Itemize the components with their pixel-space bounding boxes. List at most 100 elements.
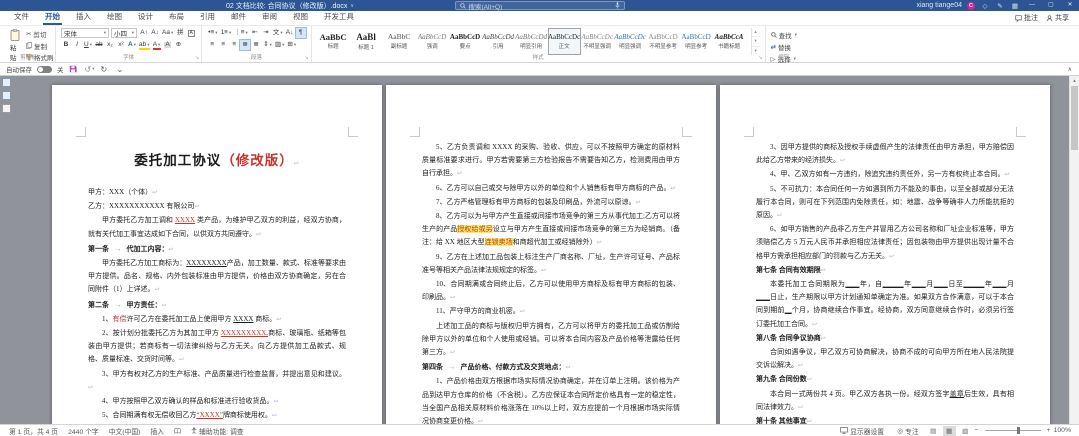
ribbon-tab-8[interactable]: 邮件: [223, 9, 254, 25]
page-3[interactable]: 3、因甲方提供的商标及授权手续虚假产生的法律责任由甲方承担，甲方赔偿因此给乙方带…: [720, 85, 1050, 424]
bold-button[interactable]: B: [61, 40, 71, 50]
insert-mode[interactable]: 插入: [145, 426, 169, 436]
avatar[interactable]: C: [967, 1, 975, 10]
font-name-select[interactable]: 宋体 ▾: [61, 28, 109, 38]
zoom-slider-thumb[interactable]: [1017, 427, 1021, 434]
print-layout-button[interactable]: ▦: [942, 425, 956, 436]
close-button[interactable]: ✕: [1063, 0, 1077, 11]
shrink-font-button[interactable]: A↓: [150, 28, 160, 38]
character-border-button[interactable]: A: [186, 28, 196, 38]
user-name[interactable]: xiang tiange04: [916, 2, 962, 9]
dialog-launcher-icon[interactable]: ↘: [49, 55, 53, 61]
ribbon-tab-7[interactable]: 引用: [192, 9, 223, 25]
page-indicator[interactable]: 第 1 页，共 4 页: [4, 426, 63, 436]
style-item-2[interactable]: AaBl 标题 1: [350, 28, 383, 55]
strikethrough-button[interactable]: ab: [94, 40, 104, 50]
ribbon-tab-4[interactable]: 绘图: [99, 9, 130, 25]
decrease-indent-button[interactable]: ⇤: [250, 28, 260, 38]
maximize-button[interactable]: ▢: [1044, 0, 1058, 11]
style-item-1[interactable]: AaBbC 标题: [317, 28, 350, 55]
style-item-13[interactable]: AaBbCcA 书籍标题: [713, 28, 746, 55]
ribbon-tab-11[interactable]: 开发工具: [316, 9, 362, 25]
read-mode-button[interactable]: ▤: [927, 426, 940, 436]
numbering-button[interactable]: 1≡ ▾: [220, 28, 233, 38]
style-item-11[interactable]: AaBbCcD 不明显参考: [647, 28, 680, 55]
style-item-10[interactable]: AaBbCcDc 明显强调: [614, 28, 647, 55]
accessibility-status[interactable]: 辅助功能: 调查: [186, 426, 249, 436]
language-indicator[interactable]: 中文(中国): [104, 426, 146, 436]
premium-icon[interactable]: ◇: [980, 2, 990, 10]
distribute-button[interactable]: ≣: [251, 40, 261, 50]
asian-layout-button[interactable]: 文 ▾: [272, 28, 284, 38]
style-item-7[interactable]: AaBbCcDd 明显引用: [515, 28, 548, 55]
page-1[interactable]: 委托加工协议（修改版）↩ 甲方：XXX（个体）↩ 乙方：XXXXXXXXXXX 有限…: [52, 85, 382, 424]
minimize-button[interactable]: —: [1025, 0, 1039, 11]
increase-indent-button[interactable]: ⇥: [261, 28, 271, 38]
chevron-down-icon[interactable]: ∨: [350, 3, 354, 9]
save-button[interactable]: [69, 65, 80, 73]
dialog-launcher-icon[interactable]: ↘: [304, 55, 308, 61]
multilevel-list-button[interactable]: ⋮≡ ▾: [233, 28, 249, 38]
shading-button[interactable]: ▨ ▾: [274, 40, 285, 50]
redo-button[interactable]: ↻: [101, 65, 112, 74]
borders-button[interactable]: ⊞ ▾: [286, 40, 297, 50]
collapse-ribbon-button[interactable]: ∧: [1068, 66, 1072, 73]
ribbon-tab-3[interactable]: 插入: [68, 9, 99, 25]
comments-button[interactable]: 批注: [1015, 13, 1038, 23]
search-input[interactable]: 搜索(Alt+Q): [454, 1, 625, 11]
styles-scroll-down-icon[interactable]: ▾: [751, 37, 760, 47]
font-size-select[interactable]: 小四 ▾: [111, 28, 137, 38]
style-item-5[interactable]: AaBbCcD 要点: [449, 28, 482, 55]
proofing-button[interactable]: [169, 427, 186, 434]
find-button[interactable]: 查找 ▾: [770, 30, 797, 40]
enclose-characters-button[interactable]: ⊕: [174, 40, 184, 50]
sort-button[interactable]: A↓: [285, 28, 295, 38]
justify-button[interactable]: ≣: [239, 39, 252, 51]
zoom-out-button[interactable]: −: [975, 427, 979, 434]
vertical-scrollbar[interactable]: ▲: [1069, 76, 1079, 424]
copy-button[interactable]: 复制: [26, 41, 54, 51]
style-item-8[interactable]: AaBbCcDc 正文: [547, 28, 581, 55]
style-item-9[interactable]: AaBbCcDc 不明显强调: [581, 28, 614, 55]
highlight-button[interactable]: ab ▾: [138, 40, 151, 50]
grid-icon[interactable]: ▦: [1010, 2, 1020, 10]
zoom-level[interactable]: 100%: [1054, 427, 1071, 434]
subscript-button[interactable]: x₂: [105, 40, 115, 50]
phonetic-guide-button[interactable]: 拼: [175, 28, 185, 38]
dialog-launcher-icon[interactable]: ↘: [758, 55, 762, 61]
paragraph-marks-button[interactable]: ¶: [294, 27, 307, 39]
page-2[interactable]: 5、乙方负责调和 XXXX 的采购、验收、供应，可以不按照甲方确定的原材料质量标…: [386, 85, 716, 424]
align-right-button[interactable]: ≡: [229, 40, 239, 50]
autosave-toggle[interactable]: [37, 65, 52, 73]
align-center-button[interactable]: ≡: [218, 40, 228, 50]
bullets-button[interactable]: •≡ ▾: [207, 28, 218, 38]
ribbon-tab-2[interactable]: 开始: [37, 9, 68, 25]
cut-button[interactable]: ✂ 剪切: [26, 29, 54, 39]
ribbon-tab-6[interactable]: 布局: [161, 9, 192, 25]
ribbon-tab-5[interactable]: 设计: [130, 9, 161, 25]
ribbon-tab-1[interactable]: 文件: [6, 9, 37, 25]
style-item-4[interactable]: AaBbCcD 强调: [416, 28, 449, 55]
align-left-button[interactable]: ≡: [207, 40, 217, 50]
scrollbar-thumb[interactable]: [1071, 86, 1078, 150]
text-effects-button[interactable]: A ▾: [127, 40, 137, 50]
zoom-in-button[interactable]: +: [1047, 427, 1051, 434]
ribbon-tab-9[interactable]: 审阅: [254, 9, 285, 25]
dialog-launcher-icon[interactable]: ↘: [195, 55, 199, 61]
char-shading-button[interactable]: A: [163, 40, 173, 50]
style-item-3[interactable]: AaBbC 副标题: [383, 28, 416, 55]
styles-scroll-up-icon[interactable]: ▴: [751, 28, 760, 38]
pen-icon[interactable]: ✎: [995, 2, 1005, 10]
scroll-up-icon[interactable]: ▲: [1070, 76, 1079, 85]
web-layout-button[interactable]: ▧: [959, 426, 972, 436]
line-spacing-button[interactable]: ⇕ ▾: [262, 40, 273, 50]
font-color-button[interactable]: A ▾: [152, 40, 162, 50]
customize-toolbar-button[interactable]: ⌄: [117, 65, 128, 74]
word-count[interactable]: 2440 个字: [63, 426, 104, 436]
style-item-6[interactable]: AaBbCcDd 引用: [482, 28, 515, 55]
italic-button[interactable]: I: [72, 40, 82, 50]
change-case-button[interactable]: Aa ▾: [161, 28, 174, 38]
ribbon-tab-10[interactable]: 视图: [285, 9, 316, 25]
superscript-button[interactable]: x²: [116, 40, 126, 50]
focus-mode-button[interactable]: ◎ 专注: [892, 426, 924, 436]
